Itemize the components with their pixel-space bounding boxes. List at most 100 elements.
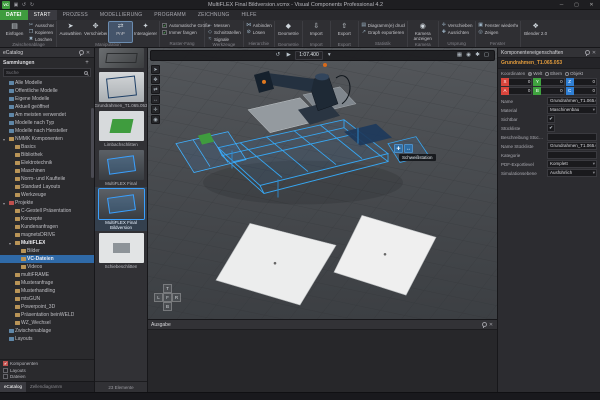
overlay-action-button[interactable]: ✚ bbox=[394, 144, 403, 153]
viewport-tool-button[interactable]: ➤ bbox=[151, 65, 160, 74]
close-panel-icon[interactable]: ✕ bbox=[488, 322, 494, 328]
tree-item[interactable]: Norm- und Kaufteile bbox=[0, 175, 94, 183]
tree-item[interactable]: ▾ Projekte bbox=[0, 199, 94, 207]
tree-item[interactable]: ▾ MultiFLEX bbox=[0, 239, 94, 247]
export-graph-button[interactable]: ↗Graph exportieren bbox=[361, 29, 405, 35]
tree-item[interactable]: Elektrotechnik bbox=[0, 159, 94, 167]
coordinate-mode-radio[interactable]: Eltern bbox=[545, 71, 562, 76]
viewport-tool-button[interactable]: ✥ bbox=[151, 75, 160, 84]
tree-item[interactable]: Basics bbox=[0, 143, 94, 151]
coordinate-mode-radio[interactable]: Objekt bbox=[565, 71, 583, 76]
geometry-button[interactable]: ◆Geometrie bbox=[277, 22, 300, 42]
tree-item[interactable]: Eigene Modelle bbox=[0, 95, 94, 103]
coordinate-field[interactable]: Z 0 bbox=[566, 78, 597, 86]
tree-item[interactable]: Präsentation beinWELD bbox=[0, 311, 94, 319]
reset-simulation-icon[interactable]: ↺ bbox=[273, 51, 282, 60]
play-icon[interactable]: ▶ bbox=[284, 51, 293, 60]
filter-checkbox[interactable]: Dateien bbox=[3, 374, 91, 381]
ribbon-tab[interactable]: ZEICHNUNG bbox=[192, 10, 236, 20]
property-value[interactable] bbox=[547, 151, 597, 159]
add-collection-button[interactable]: + bbox=[83, 60, 91, 66]
tree-item[interactable]: Bilder bbox=[0, 247, 94, 255]
tree-item[interactable]: Konzepte bbox=[0, 215, 94, 223]
viewport-option-icon[interactable]: ✱ bbox=[473, 51, 482, 60]
view-front[interactable]: F bbox=[163, 293, 172, 302]
tree-item[interactable]: Werkzeuge bbox=[0, 191, 94, 199]
blender-addon-button[interactable]: ❖Blender 2.0 bbox=[523, 22, 549, 42]
always-snap-checkbox[interactable]: ✔Immer fangen bbox=[162, 29, 202, 35]
expander-icon[interactable]: ▾ bbox=[9, 241, 13, 246]
expander-icon[interactable]: ▾ bbox=[3, 137, 7, 142]
coordinate-field[interactable]: Y 0 bbox=[533, 78, 564, 86]
close-panel-icon[interactable]: ✕ bbox=[591, 50, 597, 56]
property-value[interactable]: ✔ bbox=[547, 115, 555, 123]
catalog-item[interactable]: Grundrahmen_T1.065.053 bbox=[95, 70, 147, 109]
auto-size-checkbox[interactable]: ✔Automatische Größe bbox=[162, 22, 202, 28]
viewport-tool-button[interactable]: ↔ bbox=[151, 95, 160, 104]
coordinate-field[interactable]: B 0 bbox=[533, 87, 564, 95]
origin-move-button[interactable]: ✛Verschieben bbox=[441, 22, 473, 28]
viewport-option-icon[interactable]: ◉ bbox=[464, 51, 473, 60]
property-value[interactable]: Komplett bbox=[547, 160, 597, 168]
tree-item[interactable]: Modelle nach Typ bbox=[0, 119, 94, 127]
minimize-button[interactable]: ─ bbox=[555, 0, 568, 10]
tree-item[interactable]: Am meisten verwendet bbox=[0, 111, 94, 119]
coordinate-field[interactable]: X 0 bbox=[501, 78, 532, 86]
viewport-option-icon[interactable]: ▢ bbox=[482, 51, 491, 60]
ribbon-tab[interactable]: HILFE bbox=[235, 10, 262, 20]
catalog-item[interactable] bbox=[95, 48, 147, 70]
view-cube[interactable]: T LFR B bbox=[154, 284, 181, 311]
tree-item[interactable]: mtsGUN bbox=[0, 295, 94, 303]
tree-item[interactable]: Musteranfrage bbox=[0, 279, 94, 287]
tree-item[interactable]: magnetsDRIVE bbox=[0, 231, 94, 239]
tree-item[interactable]: C-Gestell Präsentation bbox=[0, 207, 94, 215]
viewport-tool-button[interactable]: ✛ bbox=[151, 105, 160, 114]
tree-item[interactable]: WZ_Wechsel bbox=[0, 319, 94, 327]
tree-item[interactable]: Zwischenablage bbox=[0, 327, 94, 335]
maximize-button[interactable]: ▢ bbox=[570, 0, 583, 10]
coordinate-field[interactable]: C 0 bbox=[566, 87, 597, 95]
property-value[interactable]: Grundrahmen_T1.065.053 bbox=[547, 97, 597, 105]
view-bottom[interactable]: B bbox=[163, 302, 172, 311]
copy-button[interactable]: ❐Kopieren bbox=[28, 29, 54, 35]
tree-item[interactable]: Videos bbox=[0, 263, 94, 271]
paste-button[interactable]: ▤ Einfügen bbox=[3, 22, 26, 42]
measure-button[interactable]: ↔Messen bbox=[207, 22, 241, 28]
tree-item[interactable]: Maschinen bbox=[0, 167, 94, 175]
view-top[interactable]: T bbox=[163, 284, 172, 293]
search-icon[interactable] bbox=[84, 71, 88, 75]
cut-button[interactable]: ✂Ausschneiden bbox=[28, 22, 54, 28]
property-value[interactable]: Maschinenbau bbox=[547, 106, 597, 114]
tree-item[interactable]: multiFRAME bbox=[0, 271, 94, 279]
pnp-button[interactable]: ⇄PnP bbox=[109, 22, 132, 42]
pin-icon[interactable] bbox=[583, 50, 589, 56]
overlay-action-button[interactable]: ↔ bbox=[404, 144, 413, 153]
tree-item[interactable]: Standard Layouts bbox=[0, 183, 94, 191]
tree-item[interactable]: VC-Dateien bbox=[0, 255, 94, 263]
detach-button[interactable]: ⊘Lösen bbox=[246, 29, 272, 35]
dock-tab[interactable]: Zellendiagramm bbox=[26, 382, 66, 392]
pin-icon[interactable] bbox=[480, 322, 486, 328]
tree-item[interactable]: Öffentliche Modelle bbox=[0, 87, 94, 95]
interact-button[interactable]: ✦Interagieren bbox=[134, 22, 157, 42]
quick-access-icon[interactable]: ↻ bbox=[28, 2, 36, 8]
viewport-tool-button[interactable]: ◉ bbox=[151, 115, 160, 124]
ribbon-tab[interactable]: PROGRAMM bbox=[148, 10, 192, 20]
property-value[interactable]: ✔ bbox=[547, 124, 555, 132]
catalog-item[interactable]: Schiebeschlitten bbox=[95, 231, 147, 270]
catalog-item[interactable]: Limbachschlitten bbox=[95, 109, 147, 148]
ribbon-tab[interactable]: START bbox=[28, 10, 57, 20]
viewport-option-icon[interactable]: ▦ bbox=[455, 51, 464, 60]
tree-item[interactable]: Layouts bbox=[0, 335, 94, 343]
export-button[interactable]: ⇧Export bbox=[333, 22, 356, 42]
tree-item[interactable]: Powerpoint_3D bbox=[0, 303, 94, 311]
tree-item[interactable]: Modelle nach Hersteller bbox=[0, 127, 94, 135]
origin-align-button[interactable]: ✚Ausrichten bbox=[441, 29, 473, 35]
tree-item[interactable]: ▾ NMMK Komponenten bbox=[0, 135, 94, 143]
viewport-tool-button[interactable]: ⇄ bbox=[151, 85, 160, 94]
coordinate-mode-radio[interactable]: Welt bbox=[528, 71, 542, 76]
catalog-item[interactable]: MultiFLEX Final Bildversion bbox=[95, 187, 147, 231]
ribbon-tab[interactable]: PROZESS bbox=[57, 10, 94, 20]
property-value[interactable] bbox=[547, 133, 597, 141]
pin-icon[interactable] bbox=[77, 50, 83, 56]
